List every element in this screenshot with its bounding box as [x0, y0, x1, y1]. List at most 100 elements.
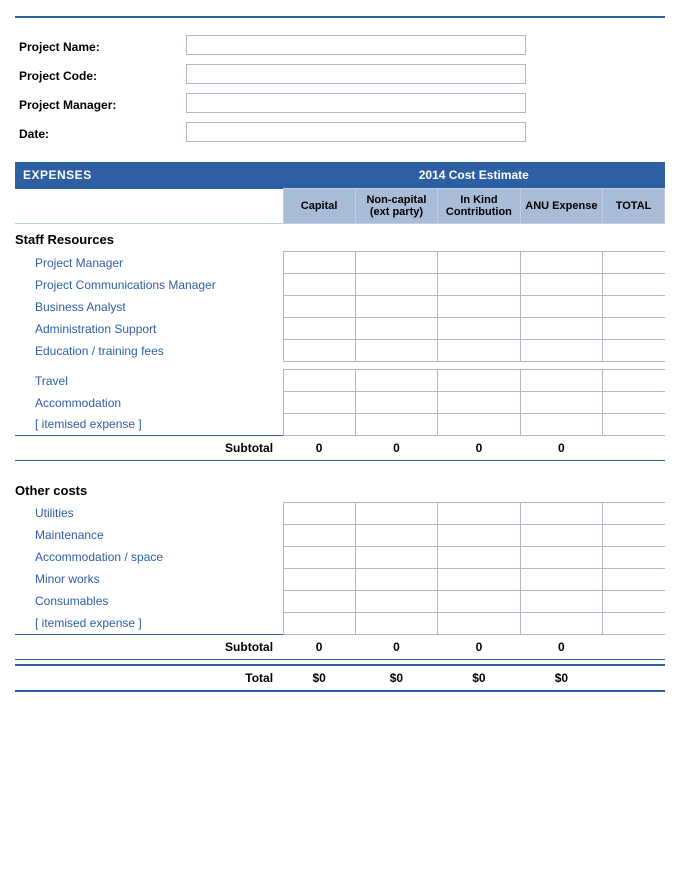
other-subtotal-label: Subtotal — [15, 634, 283, 659]
inkind-cell[interactable] — [438, 524, 520, 546]
anu-cell[interactable] — [520, 392, 602, 414]
field-label-0: Project Name: — [15, 32, 182, 61]
project-info-row: Project Code: — [15, 61, 665, 90]
noncapital-cell[interactable] — [355, 252, 437, 274]
capital-cell[interactable] — [283, 274, 355, 296]
total-cell[interactable] — [603, 392, 665, 414]
spacer2 — [15, 461, 665, 475]
total-cell[interactable] — [603, 612, 665, 634]
noncapital-cell[interactable] — [355, 414, 437, 436]
noncapital-cell[interactable] — [355, 392, 437, 414]
anu-cell[interactable] — [520, 252, 602, 274]
staff-subtotal-row: Subtotal 0 0 0 0 — [15, 436, 665, 461]
total-cell[interactable] — [603, 340, 665, 362]
total-cell[interactable] — [603, 252, 665, 274]
total-cell[interactable] — [603, 524, 665, 546]
inkind-cell[interactable] — [438, 340, 520, 362]
capital-cell[interactable] — [283, 502, 355, 524]
noncapital-cell[interactable] — [355, 274, 437, 296]
col-header-4: TOTAL — [603, 189, 665, 224]
noncapital-cell[interactable] — [355, 568, 437, 590]
total-cell[interactable] — [603, 502, 665, 524]
table-row: Maintenance — [15, 524, 665, 546]
field-input-0[interactable] — [182, 32, 665, 61]
anu-cell[interactable] — [520, 524, 602, 546]
table-row: Administration Support — [15, 318, 665, 340]
noncapital-cell[interactable] — [355, 612, 437, 634]
project-info-table: Project Name: Project Code: Project Mana… — [15, 32, 665, 148]
capital-cell[interactable] — [283, 612, 355, 634]
header-cols-row: CapitalNon-capital(ext party)In KindCont… — [15, 189, 665, 224]
capital-cell[interactable] — [283, 546, 355, 568]
noncapital-cell[interactable] — [355, 340, 437, 362]
capital-cell[interactable] — [283, 392, 355, 414]
header-main-row: EXPENSES 2014 Cost Estimate — [15, 162, 665, 189]
expenses-label: EXPENSES — [15, 162, 283, 189]
inkind-cell[interactable] — [438, 252, 520, 274]
total-cell[interactable] — [603, 370, 665, 392]
total-cell[interactable] — [603, 546, 665, 568]
noncapital-cell[interactable] — [355, 370, 437, 392]
row-label: Education / training fees — [15, 340, 283, 362]
inkind-cell[interactable] — [438, 612, 520, 634]
capital-cell[interactable] — [283, 296, 355, 318]
total-cell[interactable] — [603, 296, 665, 318]
capital-cell[interactable] — [283, 590, 355, 612]
row-label: Project Manager — [15, 252, 283, 274]
field-input-1[interactable] — [182, 61, 665, 90]
inkind-cell[interactable] — [438, 392, 520, 414]
noncapital-cell[interactable] — [355, 590, 437, 612]
noncapital-cell[interactable] — [355, 524, 437, 546]
inkind-cell[interactable] — [438, 546, 520, 568]
anu-cell[interactable] — [520, 546, 602, 568]
field-input-3[interactable] — [182, 119, 665, 148]
anu-cell[interactable] — [520, 502, 602, 524]
anu-cell[interactable] — [520, 414, 602, 436]
anu-cell[interactable] — [520, 340, 602, 362]
inkind-cell[interactable] — [438, 370, 520, 392]
field-input-2[interactable] — [182, 90, 665, 119]
table-row: [ itemised expense ] — [15, 612, 665, 634]
row-label: Maintenance — [15, 524, 283, 546]
total-cell[interactable] — [603, 590, 665, 612]
anu-cell[interactable] — [520, 370, 602, 392]
inkind-cell[interactable] — [438, 414, 520, 436]
capital-cell[interactable] — [283, 414, 355, 436]
table-row: Business Analyst — [15, 296, 665, 318]
anu-cell[interactable] — [520, 274, 602, 296]
anu-cell[interactable] — [520, 612, 602, 634]
total-cell[interactable] — [603, 414, 665, 436]
field-label-2: Project Manager: — [15, 90, 182, 119]
capital-cell[interactable] — [283, 252, 355, 274]
inkind-cell[interactable] — [438, 590, 520, 612]
anu-cell[interactable] — [520, 568, 602, 590]
inkind-cell[interactable] — [438, 502, 520, 524]
col-header-3: ANU Expense — [520, 189, 602, 224]
anu-cell[interactable] — [520, 296, 602, 318]
capital-cell[interactable] — [283, 568, 355, 590]
total-cell[interactable] — [603, 274, 665, 296]
anu-cell[interactable] — [520, 318, 602, 340]
inkind-cell[interactable] — [438, 568, 520, 590]
inkind-cell[interactable] — [438, 296, 520, 318]
capital-cell[interactable] — [283, 370, 355, 392]
staff-section-title: Staff Resources — [15, 224, 665, 252]
table-row: Accommodation / space — [15, 546, 665, 568]
cost-estimate-label: 2014 Cost Estimate — [283, 162, 664, 189]
capital-cell[interactable] — [283, 340, 355, 362]
capital-cell[interactable] — [283, 318, 355, 340]
total-cell[interactable] — [603, 318, 665, 340]
noncapital-cell[interactable] — [355, 296, 437, 318]
capital-cell[interactable] — [283, 524, 355, 546]
noncapital-cell[interactable] — [355, 546, 437, 568]
total-cell[interactable] — [603, 568, 665, 590]
row-label: Travel — [15, 370, 283, 392]
anu-cell[interactable] — [520, 590, 602, 612]
noncapital-cell[interactable] — [355, 318, 437, 340]
inkind-cell[interactable] — [438, 274, 520, 296]
row-label: Utilities — [15, 502, 283, 524]
total-label: Total — [15, 665, 283, 691]
col-header-0: Capital — [283, 189, 355, 224]
noncapital-cell[interactable] — [355, 502, 437, 524]
inkind-cell[interactable] — [438, 318, 520, 340]
